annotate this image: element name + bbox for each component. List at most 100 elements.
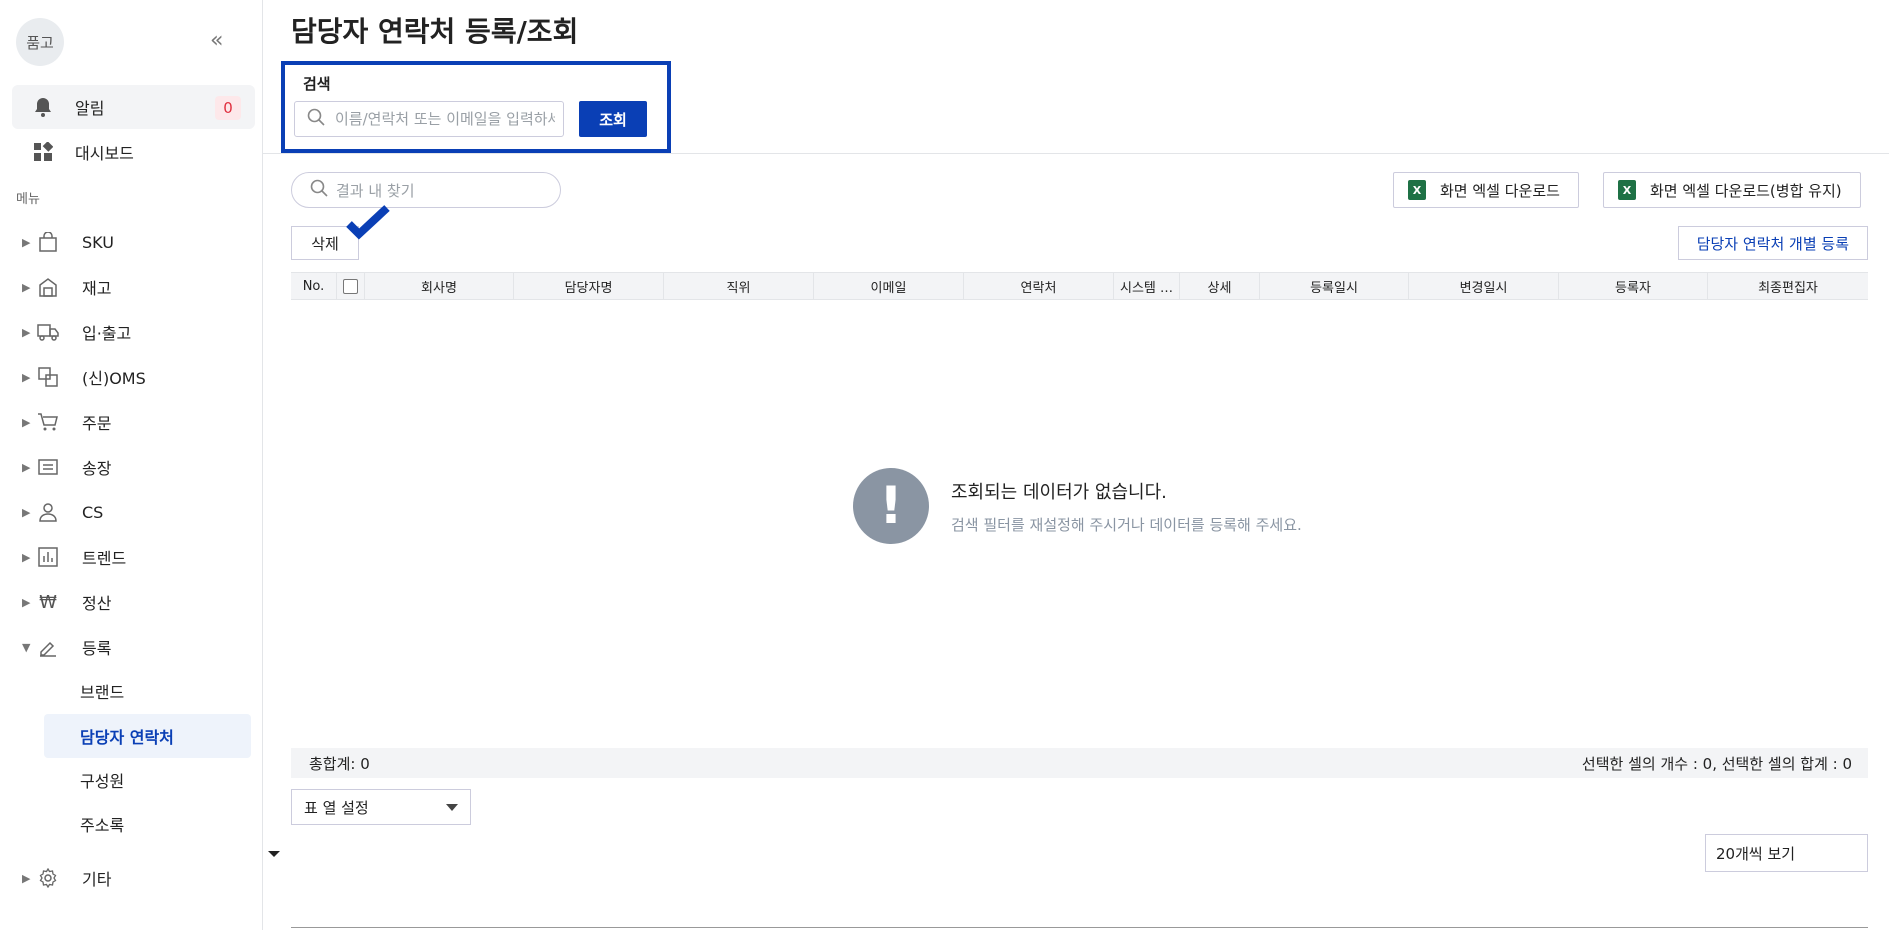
menu-section-title: 메뉴 [16,192,40,207]
exclamation-icon: ! [853,468,929,544]
caret-down-icon: ▼ [22,640,31,654]
company-logo[interactable]: 품고 [16,18,64,66]
sidebar-subitem-contacts[interactable]: 담당자 연락처 [44,714,251,758]
sidebar-item-etc[interactable]: ▶ 기타 [0,858,263,898]
horizontal-scrollbar[interactable] [291,927,1868,928]
sidebar-item-label: CS [82,502,104,522]
checkmark-icon [346,205,390,240]
warehouse-icon [36,275,60,299]
sidebar-item-label: SKU [82,232,114,252]
page-size-select[interactable]: 20개씩 보기 [1705,834,1868,872]
alarm-count-badge: 0 [215,96,241,120]
sidebar-item-label: 트렌드 [82,549,127,568]
search-label: 검색 [303,75,331,93]
column-setting-label: 표 열 설정 [304,798,369,817]
oms-icon [36,365,60,389]
divider [263,153,1889,154]
column-header-system[interactable]: 시스템 … [1114,273,1180,299]
won-icon: ₩ [39,591,57,613]
sidebar-subitem-addressbook[interactable]: 주소록 [44,802,251,846]
column-setting-select[interactable]: 표 열 설정 [291,789,471,825]
sidebar-item-oms[interactable]: ▶ (신)OMS [0,357,263,397]
sidebar-item-label: 재고 [82,279,112,298]
caret-right-icon: ▶ [22,235,31,249]
sidebar-item-inventory[interactable]: ▶ 재고 [0,267,263,307]
excel-icon: X [1618,180,1636,200]
sidebar-item-trend[interactable]: ▶ 트렌드 [0,537,263,577]
sidebar-item-dashboard[interactable]: 대시보드 [12,130,255,174]
empty-title: 조회되는 데이터가 없습니다. [951,481,1167,503]
sidebar-item-label: 기타 [82,870,112,889]
caret-right-icon: ▶ [22,505,31,519]
column-header-creator[interactable]: 등록자 [1559,273,1708,299]
sidebar-item-label: 등록 [82,639,112,658]
excel-download-button[interactable]: X 화면 엑셀 다운로드 [1393,172,1579,208]
caret-right-icon: ▶ [22,460,31,474]
search-icon [307,108,325,130]
caret-right-icon: ▶ [22,550,31,564]
collapse-sidebar-icon[interactable]: « [210,28,223,53]
sidebar-item-settlement[interactable]: ▶ ₩ 정산 [0,582,263,622]
search-icon [310,179,328,201]
sidebar-item-label: (신)OMS [82,369,146,388]
excel-download-label: 화면 엑셀 다운로드 [1440,181,1560,200]
sidebar-subitem-brand[interactable]: 브랜드 [44,669,251,713]
chevron-down-icon [446,803,458,811]
result-find-input[interactable]: 결과 내 찾기 [291,172,561,208]
caret-right-icon: ▶ [22,280,31,294]
sidebar-item-cs[interactable]: ▶ CS [0,492,263,532]
table-header: No. 회사명 담당자명 직위 이메일 연락처 시스템 … 상세 등록일시 변경… [291,272,1868,300]
gear-icon [36,866,60,890]
column-header-contact-name[interactable]: 담당자명 [514,273,664,299]
page-title: 담당자 연락처 등록/조회 [291,15,579,48]
sidebar-item-invoice[interactable]: ▶ 송장 [0,447,263,487]
sidebar-item-label: 입·출고 [82,324,132,343]
sidebar-subitem-members[interactable]: 구성원 [44,758,251,802]
sidebar-item-label: 대시보드 [75,144,134,163]
main-content: 담당자 연락처 등록/조회 검색 조회 결과 내 찾기 X 화면 엑셀 다운로드… [263,0,1889,930]
sidebar-item-inout[interactable]: ▶ 입·출고 [0,312,263,352]
sidebar-item-label: 주문 [82,414,112,433]
sidebar-item-sku[interactable]: ▶ SKU [0,222,263,262]
caret-right-icon: ▶ [22,325,31,339]
caret-right-icon: ▶ [22,595,31,609]
column-header-updated-at[interactable]: 변경일시 [1409,273,1559,299]
column-header-detail[interactable]: 상세 [1180,273,1260,299]
column-header-position[interactable]: 직위 [664,273,814,299]
column-header-created-at[interactable]: 등록일시 [1260,273,1409,299]
select-all-checkbox-cell[interactable] [337,273,365,299]
empty-state: ! 조회되는 데이터가 없습니다. 검색 필터를 재설정해 주시거나 데이터를 … [853,468,1302,544]
search-field[interactable] [294,101,564,137]
summary-bar: 총합계: 0 선택한 셀의 개수 : 0, 선택한 셀의 합계 : 0 [291,748,1868,778]
app: 품고 « 알림 0 대시보드 메뉴 ▶ SKU ▶ 재고 ▶ 입·출고 ▶ (신… [0,0,1889,930]
search-button[interactable]: 조회 [579,101,647,137]
search-input[interactable] [335,110,555,128]
total-sum: 총합계: 0 [309,754,370,773]
sidebar-item-register[interactable]: ▼ 등록 [0,627,263,667]
column-header-email[interactable]: 이메일 [814,273,964,299]
person-icon [36,500,60,524]
sidebar-item-alarm[interactable]: 알림 0 [12,85,255,129]
excel-download-merge-button[interactable]: X 화면 엑셀 다운로드(병합 유지) [1603,172,1861,208]
bag-icon [36,230,60,254]
empty-description: 검색 필터를 재설정해 주시거나 데이터를 등록해 주세요. [951,515,1302,534]
sidebar-item-label: 정산 [82,594,112,613]
column-header-phone[interactable]: 연락처 [964,273,1114,299]
truck-icon [36,320,60,344]
excel-icon: X [1408,180,1426,200]
selection-summary: 선택한 셀의 개수 : 0, 선택한 셀의 합계 : 0 [1581,754,1852,773]
excel-download-merge-label: 화면 엑셀 다운로드(병합 유지) [1650,181,1842,200]
invoice-icon [36,455,60,479]
caret-right-icon: ▶ [22,370,31,384]
column-header-last-editor[interactable]: 최종편집자 [1708,273,1868,299]
caret-right-icon: ▶ [22,871,31,885]
column-header-company[interactable]: 회사명 [365,273,514,299]
select-all-checkbox[interactable] [343,278,358,294]
register-contact-button[interactable]: 담당자 연락처 개별 등록 [1677,226,1868,260]
sidebar-item-order[interactable]: ▶ 주문 [0,402,263,442]
column-header-no[interactable]: No. [291,273,337,299]
caret-right-icon: ▶ [22,415,31,429]
expand-arrow-icon[interactable] [268,851,280,857]
sidebar-item-label: 송장 [82,459,112,478]
result-find-placeholder: 결과 내 찾기 [336,181,415,200]
